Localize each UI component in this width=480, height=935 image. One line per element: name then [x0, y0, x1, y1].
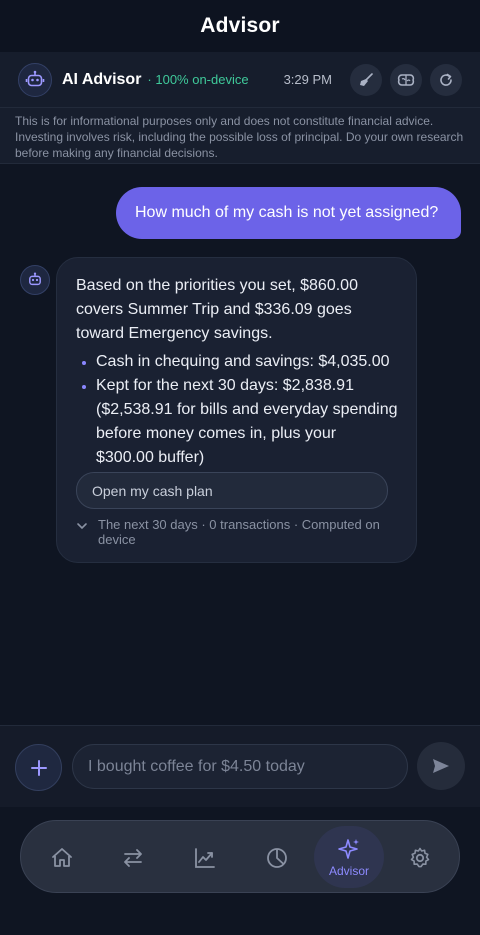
assistant-intro: Based on the priorities you set, $860.00…: [76, 277, 358, 342]
refresh-icon: [440, 73, 452, 86]
assistant-bullets: Cash in chequing and savings: $4,035.00 …: [76, 350, 398, 470]
tab-home[interactable]: [26, 821, 98, 894]
computation-details[interactable]: The next 30 days · 0 transactions · Comp…: [76, 517, 398, 547]
assistant-message: Based on the priorities you set, $860.00…: [56, 257, 417, 563]
computation-meta-text: The next 30 days · 0 transactions · Comp…: [98, 517, 380, 547]
sparkle-icon: [338, 838, 359, 859]
bottom-tab-bar: Advisor: [20, 820, 460, 893]
page-title: Advisor: [200, 14, 280, 37]
chat-time: 3:29 PM: [283, 72, 332, 87]
assistant-avatar: [20, 265, 50, 295]
robot-icon: [29, 272, 41, 286]
refresh-button[interactable]: [430, 63, 462, 96]
top-bar: Advisor: [0, 0, 480, 52]
pie-chart-icon: [267, 847, 287, 868]
chat-header: AI Advisor · 100% on-device 3:29 PM: [0, 52, 480, 108]
message-input[interactable]: [72, 744, 408, 789]
send-icon: [433, 759, 449, 773]
gear-icon: [410, 847, 430, 867]
transfer-icon: [124, 848, 142, 867]
tab-advisor-label: Advisor: [328, 863, 369, 878]
tab-transactions[interactable]: [97, 821, 169, 894]
user-message: How much of my cash is not yet assigned?: [116, 187, 461, 239]
broom-icon: [360, 72, 373, 86]
disclaimer-banner: This is for informational purposes only …: [0, 108, 480, 164]
open-cash-plan-button[interactable]: Open my cash plan: [76, 472, 388, 509]
home-icon: [52, 847, 72, 867]
list-item: Kept for the next 30 days: $2,838.91 ($2…: [76, 374, 398, 470]
trend-chart-icon: [195, 847, 215, 868]
on-device-status: · 100% on-device: [147, 72, 249, 87]
tab-settings[interactable]: [384, 821, 456, 894]
clear-chat-button[interactable]: [350, 63, 382, 96]
plus-icon: [30, 759, 47, 776]
list-item: Cash in chequing and savings: $4,035.00: [76, 350, 398, 374]
robot-icon: [18, 62, 52, 97]
brain-button[interactable]: [390, 63, 422, 96]
tab-budget[interactable]: [241, 821, 313, 894]
add-button[interactable]: [15, 744, 62, 791]
send-button[interactable]: [417, 742, 465, 790]
brain-icon: [397, 73, 415, 86]
assistant-name: AI Advisor: [62, 70, 142, 88]
chevron-down-icon: [76, 517, 98, 547]
tab-investments[interactable]: [169, 821, 241, 894]
tab-advisor[interactable]: Advisor: [314, 826, 384, 888]
